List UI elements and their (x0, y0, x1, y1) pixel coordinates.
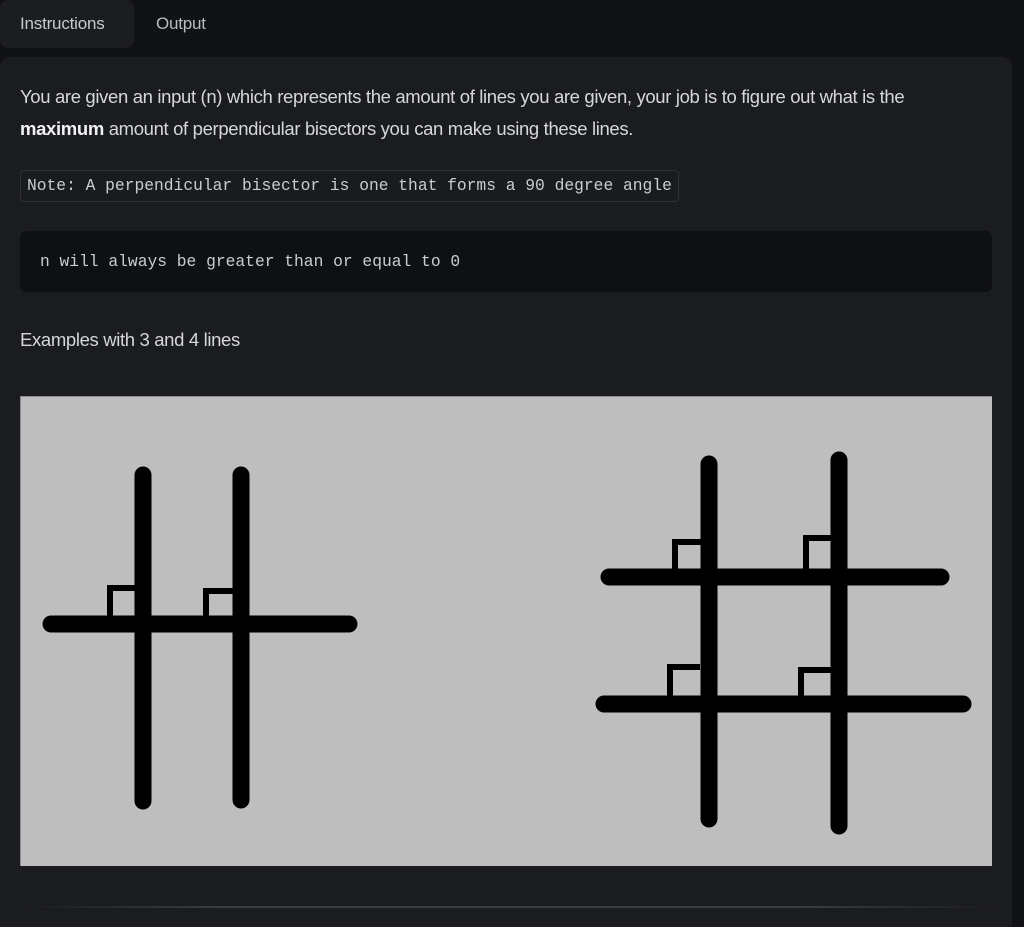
description-bold-word: maximum (20, 118, 104, 139)
instructions-panel: You are given an input (n) which represe… (0, 57, 1012, 927)
constraint-code-block: n will always be greater than or equal t… (20, 231, 992, 292)
examples-diagram (42, 451, 972, 835)
tab-bar: Instructions Output (0, 0, 226, 48)
scroll-gutter (1012, 57, 1024, 915)
section-divider (25, 906, 995, 908)
examples-figure (20, 396, 992, 866)
description-text-end: amount of perpendicular bisectors you ca… (103, 118, 634, 139)
examples-heading: Examples with 3 and 4 lines (20, 329, 240, 350)
tab-instructions[interactable]: Instructions (0, 0, 134, 48)
tab-output[interactable]: Output (136, 0, 226, 48)
problem-description: You are given an input (n) which represe… (20, 81, 990, 145)
example-three-lines (42, 466, 358, 810)
description-text-start: You are given an input (n) which represe… (20, 86, 905, 107)
constraint-code-text: n will always be greater than or equal t… (40, 252, 461, 271)
note-inline-code: Note: A perpendicular bisector is one th… (20, 170, 679, 202)
example-four-lines (595, 451, 972, 835)
